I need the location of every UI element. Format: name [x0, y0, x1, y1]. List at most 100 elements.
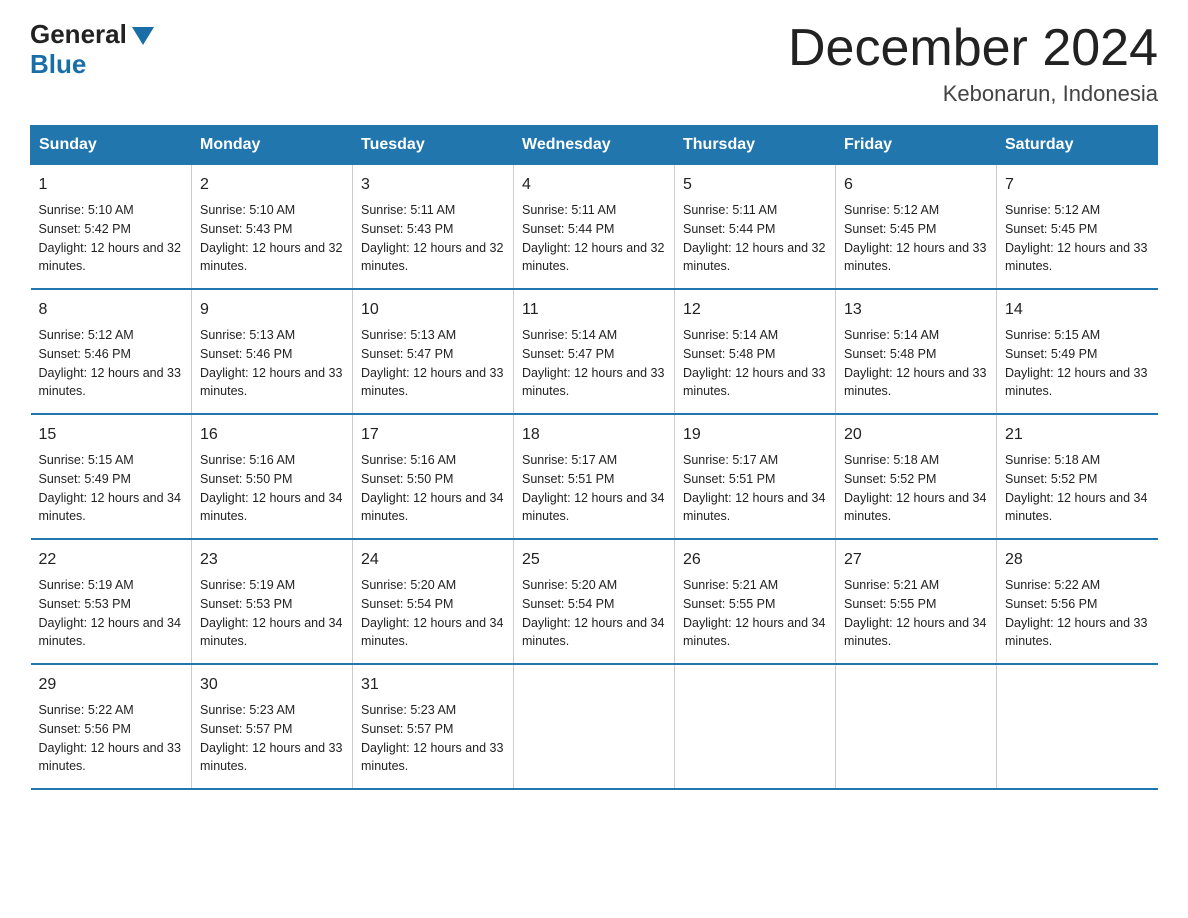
day-number: 29 [39, 673, 184, 697]
sunrise-text: Sunrise: 5:14 AM [844, 328, 939, 342]
day-number: 6 [844, 173, 988, 197]
daylight-text: Daylight: 12 hours and 34 minutes. [683, 491, 825, 524]
daylight-text: Daylight: 12 hours and 33 minutes. [1005, 366, 1147, 399]
calendar-week-row: 29 Sunrise: 5:22 AM Sunset: 5:56 PM Dayligh… [31, 664, 1158, 789]
day-number: 11 [522, 298, 666, 322]
table-row [836, 664, 997, 789]
day-number: 7 [1005, 173, 1150, 197]
table-row: 30Sunrise: 5:23 AMSunset: 5:57 PMDayligh… [192, 664, 353, 789]
table-row: 20Sunrise: 5:18 AMSunset: 5:52 PMDayligh… [836, 414, 997, 539]
sunrise-text: Sunrise: 5:14 AM [522, 328, 617, 342]
day-number: 14 [1005, 298, 1150, 322]
sunset-text: Sunset: 5:56 PM [39, 722, 131, 736]
table-row: 12Sunrise: 5:14 AMSunset: 5:48 PMDayligh… [675, 289, 836, 414]
sunset-text: Sunset: 5:43 PM [361, 222, 453, 236]
sunrise-text: Sunrise: 5:16 AM [200, 453, 295, 467]
sunset-text: Sunset: 5:50 PM [361, 472, 453, 486]
day-number: 3 [361, 173, 505, 197]
sunset-text: Sunset: 5:52 PM [1005, 472, 1097, 486]
day-number: 10 [361, 298, 505, 322]
day-number: 22 [39, 548, 184, 572]
table-row: 22Sunrise: 5:19 AMSunset: 5:53 PMDayligh… [31, 539, 192, 664]
daylight-text: Daylight: 12 hours and 32 minutes. [39, 241, 181, 274]
sunset-text: Sunset: 5:54 PM [522, 597, 614, 611]
daylight-text: Daylight: 12 hours and 33 minutes. [1005, 241, 1147, 274]
sunrise-text: Sunrise: 5:20 AM [522, 578, 617, 592]
daylight-text: Daylight: 12 hours and 33 minutes. [39, 741, 181, 774]
day-number: 17 [361, 423, 505, 447]
sunrise-text: Sunrise: 5:10 AM [39, 203, 134, 217]
sunrise-text: Sunrise: 5:11 AM [361, 203, 455, 217]
logo-general-text: General [30, 20, 127, 49]
table-row: 18Sunrise: 5:17 AMSunset: 5:51 PMDayligh… [514, 414, 675, 539]
sunset-text: Sunset: 5:52 PM [844, 472, 936, 486]
table-row: 10Sunrise: 5:13 AMSunset: 5:47 PMDayligh… [353, 289, 514, 414]
table-row: 31Sunrise: 5:23 AMSunset: 5:57 PMDayligh… [353, 664, 514, 789]
sunrise-text: Sunrise: 5:10 AM [200, 203, 295, 217]
table-row: 9Sunrise: 5:13 AMSunset: 5:46 PMDaylight… [192, 289, 353, 414]
day-number: 20 [844, 423, 988, 447]
sunset-text: Sunset: 5:47 PM [361, 347, 453, 361]
daylight-text: Daylight: 12 hours and 34 minutes. [522, 491, 664, 524]
daylight-text: Daylight: 12 hours and 34 minutes. [200, 616, 342, 649]
daylight-text: Daylight: 12 hours and 32 minutes. [522, 241, 664, 274]
title-block: December 2024 Kebonarun, Indonesia [788, 20, 1158, 107]
sunrise-text: Sunrise: 5:14 AM [683, 328, 778, 342]
daylight-text: Daylight: 12 hours and 32 minutes. [361, 241, 503, 274]
sunset-text: Sunset: 5:47 PM [522, 347, 614, 361]
sunrise-text: Sunrise: 5:21 AM [683, 578, 778, 592]
daylight-text: Daylight: 12 hours and 34 minutes. [200, 491, 342, 524]
header-saturday: Saturday [997, 126, 1158, 165]
daylight-text: Daylight: 12 hours and 33 minutes. [200, 366, 342, 399]
daylight-text: Daylight: 12 hours and 34 minutes. [39, 491, 181, 524]
sunset-text: Sunset: 5:43 PM [200, 222, 292, 236]
table-row: 29 Sunrise: 5:22 AM Sunset: 5:56 PM Dayligh… [31, 664, 192, 789]
table-row: 11Sunrise: 5:14 AMSunset: 5:47 PMDayligh… [514, 289, 675, 414]
sunset-text: Sunset: 5:56 PM [1005, 597, 1097, 611]
header-sunday: Sunday [31, 126, 192, 165]
day-number: 23 [200, 548, 344, 572]
sunset-text: Sunset: 5:48 PM [683, 347, 775, 361]
table-row: 6Sunrise: 5:12 AMSunset: 5:45 PMDaylight… [836, 165, 997, 290]
table-row [514, 664, 675, 789]
day-number: 30 [200, 673, 344, 697]
sunrise-text: Sunrise: 5:15 AM [39, 453, 134, 467]
table-row: 4Sunrise: 5:11 AMSunset: 5:44 PMDaylight… [514, 165, 675, 290]
daylight-text: Daylight: 12 hours and 34 minutes. [1005, 491, 1147, 524]
calendar-week-row: 8Sunrise: 5:12 AMSunset: 5:46 PMDaylight… [31, 289, 1158, 414]
day-number: 9 [200, 298, 344, 322]
sunrise-text: Sunrise: 5:22 AM [39, 703, 134, 717]
table-row: 28Sunrise: 5:22 AMSunset: 5:56 PMDayligh… [997, 539, 1158, 664]
table-row: 25Sunrise: 5:20 AMSunset: 5:54 PMDayligh… [514, 539, 675, 664]
sunset-text: Sunset: 5:45 PM [844, 222, 936, 236]
day-number: 21 [1005, 423, 1150, 447]
table-row: 5Sunrise: 5:11 AMSunset: 5:44 PMDaylight… [675, 165, 836, 290]
sunset-text: Sunset: 5:54 PM [361, 597, 453, 611]
sunrise-text: Sunrise: 5:22 AM [1005, 578, 1100, 592]
table-row: 24Sunrise: 5:20 AMSunset: 5:54 PMDayligh… [353, 539, 514, 664]
location: Kebonarun, Indonesia [788, 81, 1158, 107]
sunset-text: Sunset: 5:44 PM [683, 222, 775, 236]
header-wednesday: Wednesday [514, 126, 675, 165]
day-number: 16 [200, 423, 344, 447]
calendar-week-row: 22 Sunrise: 5:19 AM Sunset: 5:53 PM Dayligh… [31, 539, 1158, 664]
sunset-text: Sunset: 5:46 PM [39, 347, 131, 361]
sunset-text: Sunset: 5:49 PM [39, 472, 131, 486]
table-row: 17Sunrise: 5:16 AMSunset: 5:50 PMDayligh… [353, 414, 514, 539]
day-number: 5 [683, 173, 827, 197]
sunset-text: Sunset: 5:49 PM [1005, 347, 1097, 361]
day-number: 1 [39, 173, 184, 197]
daylight-text: Daylight: 12 hours and 33 minutes. [844, 241, 986, 274]
sunrise-text: Sunrise: 5:12 AM [39, 328, 134, 342]
table-row: 19Sunrise: 5:17 AMSunset: 5:51 PMDayligh… [675, 414, 836, 539]
header-monday: Monday [192, 126, 353, 165]
table-row [675, 664, 836, 789]
calendar-week-row: 1Sunrise: 5:10 AMSunset: 5:42 PMDaylight… [31, 165, 1158, 290]
sunset-text: Sunset: 5:53 PM [39, 597, 131, 611]
sunrise-text: Sunrise: 5:19 AM [39, 578, 134, 592]
sunrise-text: Sunrise: 5:17 AM [683, 453, 778, 467]
logo: General Blue [30, 20, 154, 80]
page-header: General Blue December 2024 Kebonarun, In… [30, 20, 1158, 107]
daylight-text: Daylight: 12 hours and 33 minutes. [200, 741, 342, 774]
header-tuesday: Tuesday [353, 126, 514, 165]
